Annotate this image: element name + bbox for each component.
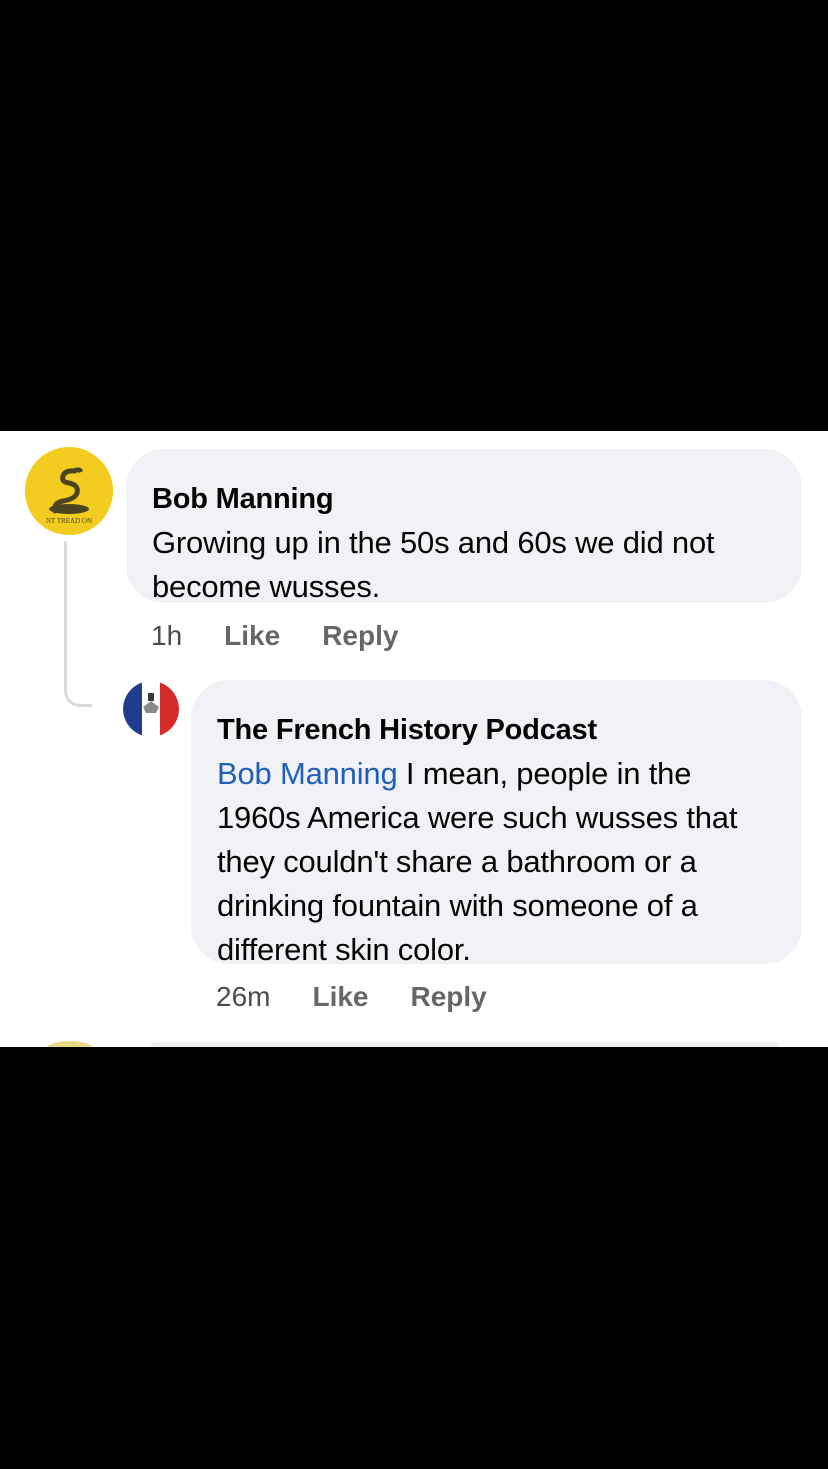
reply-timestamp[interactable]: 26m <box>216 980 270 1014</box>
reply-mention-link[interactable]: Bob Manning <box>217 756 398 791</box>
next-comment-avatar <box>45 1041 95 1047</box>
reply-author[interactable]: The French History Podcast <box>217 712 776 748</box>
next-comment-bubble <box>150 1042 780 1047</box>
comment-like-button[interactable]: Like <box>224 619 280 653</box>
comment-timestamp[interactable]: 1h <box>151 619 182 653</box>
reply-like-button[interactable]: Like <box>312 980 368 1014</box>
comment-author[interactable]: Bob Manning <box>152 481 776 517</box>
reply-avatar[interactable] <box>123 681 179 737</box>
comment-avatar[interactable]: NT TREAD ON <box>25 447 113 535</box>
snake-flag-icon: NT TREAD ON <box>25 447 113 535</box>
reply-text-block: Bob Manning I mean, people in the 1960s … <box>217 752 776 972</box>
comment-actions: 1h Like Reply <box>151 619 398 653</box>
comment-thread: NT TREAD ON Bob Manning Growing up in th… <box>0 431 828 1047</box>
french-flag-crest-icon <box>123 681 179 737</box>
comment-reply-button[interactable]: Reply <box>322 619 398 653</box>
reply-reply-button[interactable]: Reply <box>411 980 487 1014</box>
reply-bubble: The French History Podcast Bob Manning I… <box>191 680 802 967</box>
reply-actions: 26m Like Reply <box>216 980 487 1014</box>
comment-bubble: Bob Manning Growing up in the 50s and 60… <box>126 449 802 604</box>
avatar-motto: NT TREAD ON <box>46 517 92 525</box>
comment-text: Growing up in the 50s and 60s we did not… <box>152 525 715 604</box>
thread-connector-line <box>64 541 92 707</box>
